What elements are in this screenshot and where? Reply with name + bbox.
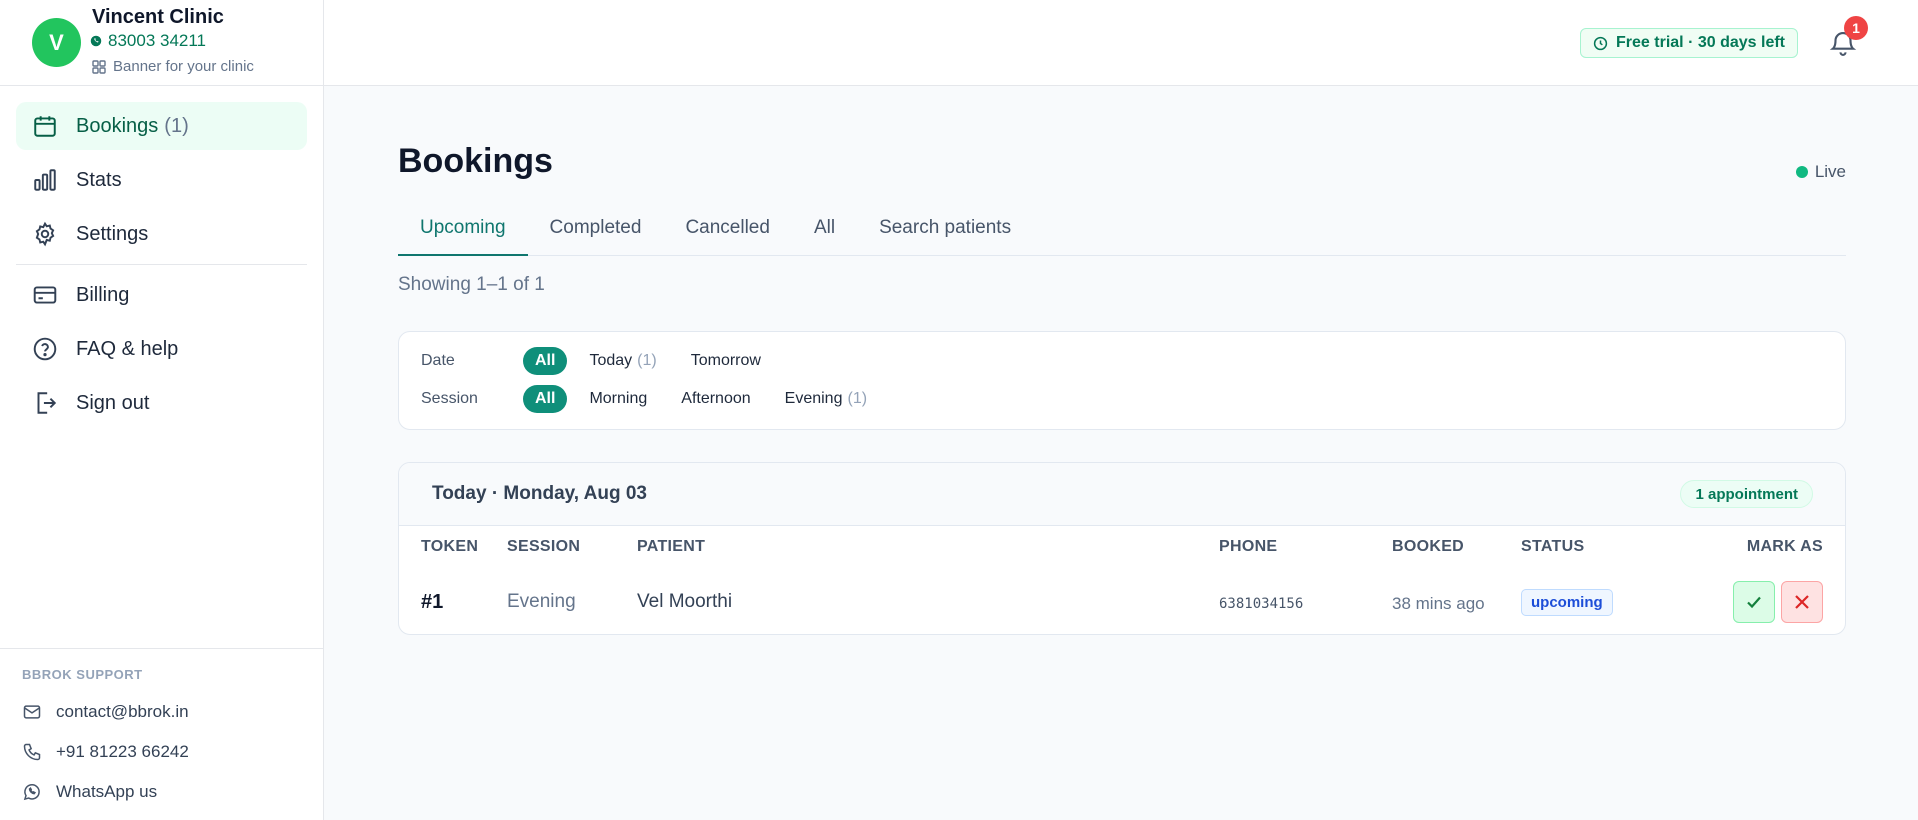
clinic-phone[interactable]: 83003 34211 — [90, 31, 206, 51]
clinic-name: Vincent Clinic — [92, 6, 224, 28]
bookings-count: (1) — [164, 114, 189, 137]
chip-label: Evening — [784, 390, 843, 407]
tab-cancelled[interactable]: Cancelled — [663, 200, 792, 256]
sidebar-item-billing[interactable]: Billing — [16, 271, 307, 319]
session-filter-label: Session — [421, 390, 478, 407]
support-whatsapp-link[interactable]: WhatsApp us — [22, 772, 301, 812]
bar-chart-icon — [34, 169, 56, 191]
chip-count: (1) — [847, 390, 868, 407]
booking-tabs: Upcoming Completed Cancelled All Search … — [398, 200, 1846, 256]
session-filter-morning[interactable]: Morning — [577, 385, 659, 413]
token-cell: #1 — [421, 591, 444, 613]
free-trial-label: Free trial · 30 days left — [1616, 34, 1785, 51]
whatsapp-icon — [23, 784, 40, 801]
support-phone: +91 81223 66242 — [56, 742, 189, 761]
mark-cancelled-button[interactable] — [1781, 581, 1823, 623]
support-email: contact@bbrok.in — [56, 702, 189, 721]
column-header-mark-as: MARK AS — [1746, 538, 1823, 555]
free-trial-badge[interactable]: Free trial · 30 days left — [1580, 28, 1798, 58]
session-filter-evening[interactable]: Evening (1) — [773, 385, 879, 413]
filters-panel: Date All Today (1) Tomorrow Session All M… — [398, 331, 1846, 430]
top-bar: Free trial · 30 days left 1 — [324, 0, 1918, 86]
help-circle-icon — [33, 337, 57, 361]
phone-icon — [23, 743, 41, 761]
nav-divider — [16, 264, 307, 265]
phone-cell: 6381034156 — [1219, 596, 1304, 612]
results-count: Showing 1–1 of 1 — [398, 274, 545, 295]
chip-label: Today — [589, 352, 633, 369]
session-filter-all[interactable]: All — [523, 385, 568, 413]
page-title: Bookings — [398, 142, 553, 180]
appointment-count-badge: 1 appointment — [1680, 480, 1813, 508]
chip-count: (1) — [637, 352, 657, 369]
notification-badge: 1 — [1844, 16, 1868, 40]
date-filter-today[interactable]: Today (1) — [577, 347, 668, 375]
sign-out-icon — [37, 392, 57, 414]
date-filter-row: Date All Today (1) Tomorrow — [421, 347, 783, 375]
sidebar-item-stats[interactable]: Stats — [16, 156, 307, 204]
day-group-header: Today · Monday, Aug 03 1 appointment — [399, 463, 1845, 526]
column-header-status: STATUS — [1521, 538, 1585, 555]
sidebar-item-label: Settings — [76, 222, 149, 245]
whatsapp-icon — [90, 35, 102, 47]
calendar-icon — [34, 116, 56, 137]
column-header-session: SESSION — [507, 538, 581, 555]
session-filter-afternoon[interactable]: Afternoon — [669, 385, 762, 413]
banner-link[interactable]: Banner for your clinic — [92, 58, 254, 75]
column-header-phone: PHONE — [1219, 538, 1278, 555]
day-heading: Today · Monday, Aug 03 — [432, 483, 647, 504]
support-section: BBROK SUPPORT contact@bbrok.in +91 81223… — [0, 648, 323, 820]
sidebar-item-label: Billing — [76, 283, 130, 306]
column-header-patient: PATIENT — [637, 538, 706, 555]
sidebar-item-label: Bookings — [76, 114, 159, 137]
live-indicator: Live — [1795, 162, 1846, 182]
mark-completed-button[interactable] — [1733, 581, 1775, 623]
session-filter-row: Session All Morning Afternoon Evening (1) — [421, 385, 889, 413]
sidebar-item-settings[interactable]: Settings — [16, 210, 307, 258]
live-dot-icon — [1795, 166, 1808, 178]
date-filter-all[interactable]: All — [523, 347, 568, 375]
sidebar-nav: Bookings (1) Stats Settings Billing FAQ &… — [0, 86, 323, 427]
gear-icon — [35, 221, 55, 247]
tab-search-patients[interactable]: Search patients — [857, 200, 1033, 256]
column-header-token: TOKEN — [421, 538, 479, 555]
date-filter-tomorrow[interactable]: Tomorrow — [679, 347, 773, 375]
date-filter-label: Date — [421, 352, 455, 369]
banner-link-label: Banner for your clinic — [113, 58, 254, 75]
sidebar-item-bookings[interactable]: Bookings (1) — [16, 102, 307, 150]
check-icon — [1747, 596, 1761, 609]
close-icon — [1795, 595, 1809, 609]
mail-icon — [23, 705, 41, 719]
tab-upcoming[interactable]: Upcoming — [398, 200, 528, 256]
column-header-booked: BOOKED — [1392, 538, 1465, 555]
clinic-phone-text: 83003 34211 — [108, 31, 207, 50]
booked-cell: 38 mins ago — [1392, 594, 1485, 613]
sidebar-item-sign-out[interactable]: Sign out — [16, 379, 307, 427]
support-email-link[interactable]: contact@bbrok.in — [22, 692, 301, 732]
avatar: V — [32, 18, 81, 67]
support-title: BBROK SUPPORT — [22, 667, 143, 682]
status-badge: upcoming — [1521, 589, 1613, 616]
tab-completed[interactable]: Completed — [528, 200, 664, 256]
sidebar: V Vincent Clinic 83003 34211 Banner for … — [0, 0, 324, 820]
grid-icon — [92, 59, 106, 74]
clock-icon — [1593, 36, 1608, 50]
live-label: Live — [1814, 162, 1846, 181]
sidebar-item-faq[interactable]: FAQ & help — [16, 325, 307, 373]
clinic-header: V Vincent Clinic 83003 34211 Banner for … — [0, 0, 323, 86]
support-whatsapp: WhatsApp us — [56, 782, 158, 801]
sidebar-item-label: Sign out — [76, 391, 150, 414]
credit-card-icon — [33, 286, 57, 304]
tab-all[interactable]: All — [792, 200, 857, 256]
sidebar-item-label: FAQ & help — [76, 337, 179, 360]
bookings-day-card: Today · Monday, Aug 03 1 appointment TOK… — [398, 462, 1846, 635]
patient-cell[interactable]: Vel Moorthi — [637, 591, 732, 613]
session-cell: Evening — [507, 591, 576, 612]
support-phone-link[interactable]: +91 81223 66242 — [22, 732, 301, 772]
sidebar-item-label: Stats — [76, 168, 122, 191]
